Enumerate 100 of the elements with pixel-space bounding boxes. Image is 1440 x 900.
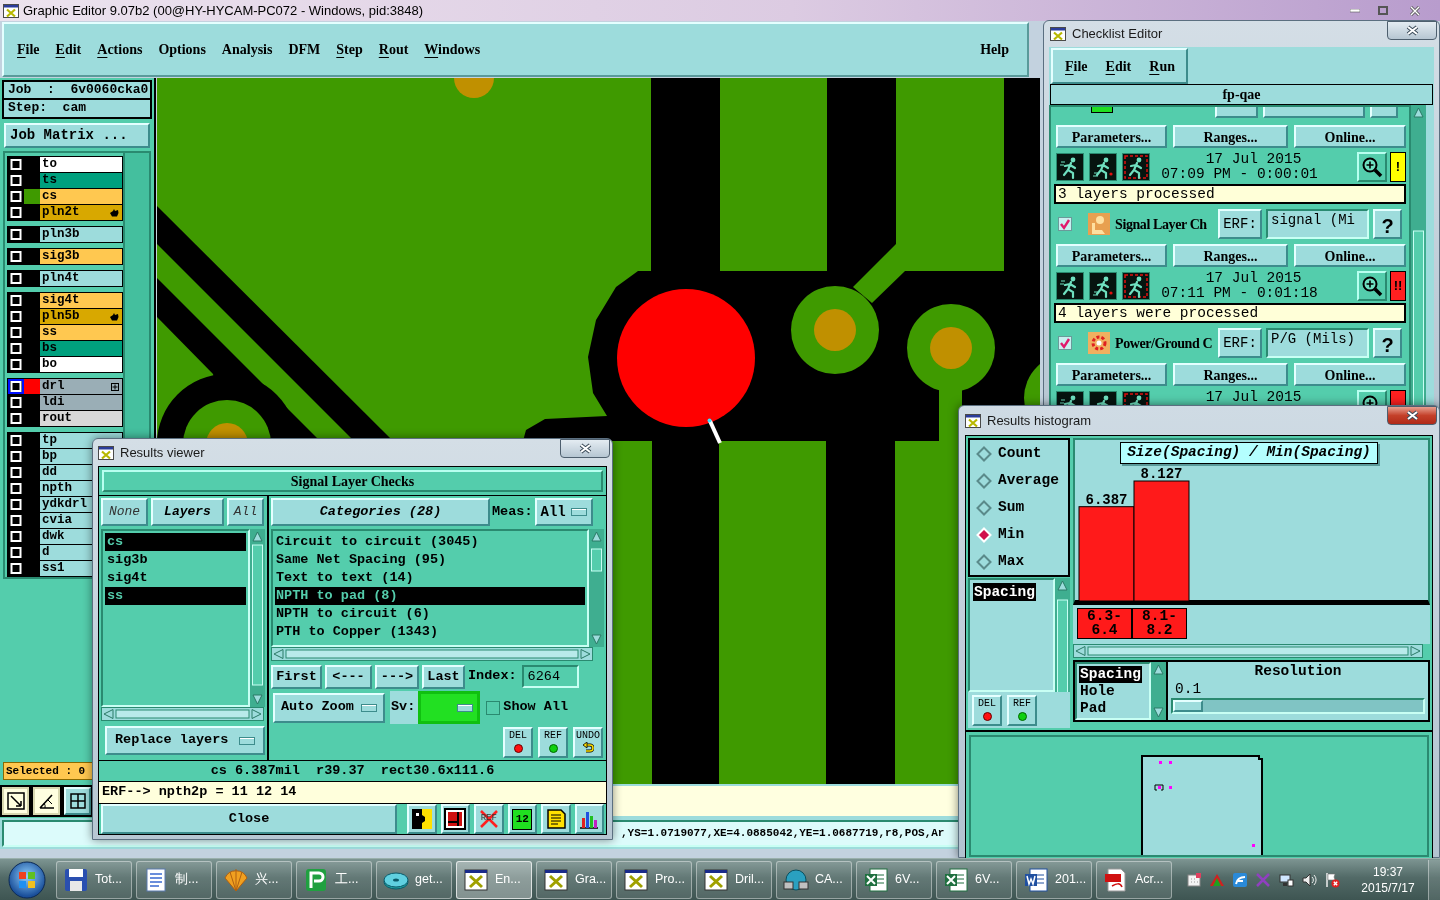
layer-name[interactable]: ldi xyxy=(40,395,122,410)
online-button[interactable]: Online... xyxy=(1294,363,1406,386)
checkbox[interactable] xyxy=(1058,336,1072,350)
layer-name[interactable]: cs xyxy=(40,189,122,204)
list-item[interactable]: Spacing xyxy=(1079,666,1142,683)
taskbar-button[interactable]: CA... xyxy=(776,860,852,899)
list-item[interactable]: Circuit to circuit (3045) xyxy=(275,533,585,551)
box-icon[interactable] xyxy=(1186,871,1202,888)
layer-checkbox[interactable] xyxy=(8,529,24,544)
layer-checkbox[interactable] xyxy=(8,341,24,356)
radio-button[interactable] xyxy=(976,472,992,489)
menu-item[interactable]: Rout xyxy=(378,40,409,59)
list-item[interactable]: ss xyxy=(105,587,246,605)
runner-frame-icon[interactable] xyxy=(1122,153,1150,181)
help-button[interactable]: ? xyxy=(1373,209,1402,239)
list-item[interactable]: NPTH to circuit (6) xyxy=(275,605,585,623)
taskbar-button[interactable]: 兴... xyxy=(216,860,292,899)
taskbar-button[interactable]: 制... xyxy=(136,860,212,899)
menu-item[interactable]: Options xyxy=(158,40,206,59)
checkbox[interactable] xyxy=(486,700,501,715)
erf-field[interactable] xyxy=(1263,107,1365,118)
horizontal-scrollbar[interactable] xyxy=(1073,644,1423,658)
taskbar-button[interactable]: 6V... xyxy=(856,860,932,899)
layer-checkbox[interactable] xyxy=(8,411,24,426)
del-button[interactable]: DEL xyxy=(972,694,1002,726)
vertical-scrollbar[interactable] xyxy=(589,529,604,647)
parameters-button[interactable]: Parameters... xyxy=(1056,244,1167,267)
zoom-button[interactable] xyxy=(1357,271,1387,301)
layer-checkbox[interactable] xyxy=(8,545,24,560)
radio-button[interactable] xyxy=(976,553,992,570)
layer-checkbox[interactable] xyxy=(8,561,24,576)
taskbar-button[interactable]: 201... xyxy=(1016,860,1092,899)
taskbar-button[interactable]: 6V... xyxy=(936,860,1012,899)
list-item[interactable]: PTH to Copper (1343) xyxy=(275,623,585,641)
menu-item[interactable]: Run xyxy=(1149,55,1175,77)
layer-name[interactable]: drl xyxy=(40,379,122,394)
runner-icon[interactable] xyxy=(1056,153,1084,181)
layer-checkbox[interactable] xyxy=(8,481,24,496)
radio-button[interactable] xyxy=(976,499,992,516)
last-button[interactable]: Last xyxy=(422,664,465,689)
layer-checkbox[interactable] xyxy=(8,497,24,512)
all-button[interactable]: All xyxy=(227,498,264,526)
layer-checkbox[interactable] xyxy=(8,309,24,324)
erf-field[interactable]: signal (Mi xyxy=(1266,209,1369,239)
layer-name[interactable]: ts xyxy=(40,173,122,188)
erf-button[interactable]: ERF: xyxy=(1218,328,1262,358)
layer-name[interactable]: sig4t xyxy=(40,293,122,308)
color-dropdown[interactable] xyxy=(418,691,481,724)
layer-checkbox[interactable] xyxy=(8,325,24,340)
measure-dropdown[interactable]: All xyxy=(534,498,593,526)
runner-icon[interactable] xyxy=(1056,272,1084,300)
menu-item[interactable]: File xyxy=(17,40,40,59)
close-button[interactable]: Close xyxy=(101,804,398,834)
erf-field[interactable]: P/G (Mils) xyxy=(1266,328,1369,358)
runner-step-icon[interactable] xyxy=(1089,153,1117,181)
vertical-scrollbar[interactable] xyxy=(1151,662,1166,720)
list-item[interactable]: NPTH to pad (8) xyxy=(275,587,585,605)
first-button[interactable]: First xyxy=(271,664,322,689)
list-item[interactable]: Pad xyxy=(1079,700,1108,717)
parameters-button[interactable]: Parameters... xyxy=(1056,125,1167,148)
flag-alert-icon[interactable] xyxy=(1324,871,1340,888)
ranges-button[interactable]: Ranges... xyxy=(1173,363,1288,386)
layer-checkbox[interactable] xyxy=(8,293,24,308)
list-item[interactable]: Same Net Spacing (95) xyxy=(275,551,585,569)
horizontal-scrollbar[interactable] xyxy=(101,707,264,721)
menu-item[interactable]: Help xyxy=(980,40,1009,59)
layer-checkbox[interactable] xyxy=(8,449,24,464)
menu-item[interactable]: File xyxy=(1065,55,1088,77)
layer-checkbox[interactable] xyxy=(8,465,24,480)
menu-item[interactable]: Edit xyxy=(1105,55,1132,77)
runner-step-icon[interactable] xyxy=(1089,272,1117,300)
taskbar-button[interactable]: Acr... xyxy=(1096,860,1172,899)
layer-checkbox[interactable] xyxy=(8,189,24,204)
del-button[interactable]: DEL xyxy=(503,727,533,758)
layer-checkbox[interactable] xyxy=(8,357,24,372)
slider-thumb[interactable] xyxy=(1173,700,1203,712)
job-matrix-button[interactable]: Job Matrix ... xyxy=(4,123,150,148)
index-field[interactable]: 6264 xyxy=(521,665,579,688)
taskbar-button[interactable]: get... xyxy=(376,860,452,899)
layer-checkbox[interactable] xyxy=(8,513,24,528)
vertical-scrollbar[interactable] xyxy=(1055,578,1070,692)
taskbar-button[interactable]: Dril... xyxy=(696,860,772,899)
layer-name[interactable]: pln4t xyxy=(40,271,122,286)
show-desktop-button[interactable] xyxy=(1428,859,1440,900)
ref-button[interactable]: REF xyxy=(538,727,568,758)
layer-checkbox[interactable] xyxy=(8,205,24,220)
numbering-button[interactable]: 12 xyxy=(507,804,537,834)
layer-mode-dropdown[interactable]: Replace layers xyxy=(105,726,265,755)
layer-checkbox[interactable] xyxy=(8,379,24,394)
taskbar-button[interactable]: Tot... xyxy=(56,860,132,899)
zoom-mode-dropdown[interactable]: Auto Zoom xyxy=(273,692,385,723)
layer-name[interactable]: to xyxy=(40,157,122,172)
taskbar-button[interactable]: Pro... xyxy=(616,860,692,899)
checkbox[interactable] xyxy=(1058,217,1072,231)
erf-button[interactable]: ERF: xyxy=(1218,209,1262,239)
list-item[interactable]: cs xyxy=(105,533,246,551)
layer-checkbox[interactable] xyxy=(8,271,24,286)
menu-item[interactable]: DFM xyxy=(288,40,321,59)
network-icon[interactable] xyxy=(1278,871,1294,888)
close-button[interactable] xyxy=(560,439,610,458)
